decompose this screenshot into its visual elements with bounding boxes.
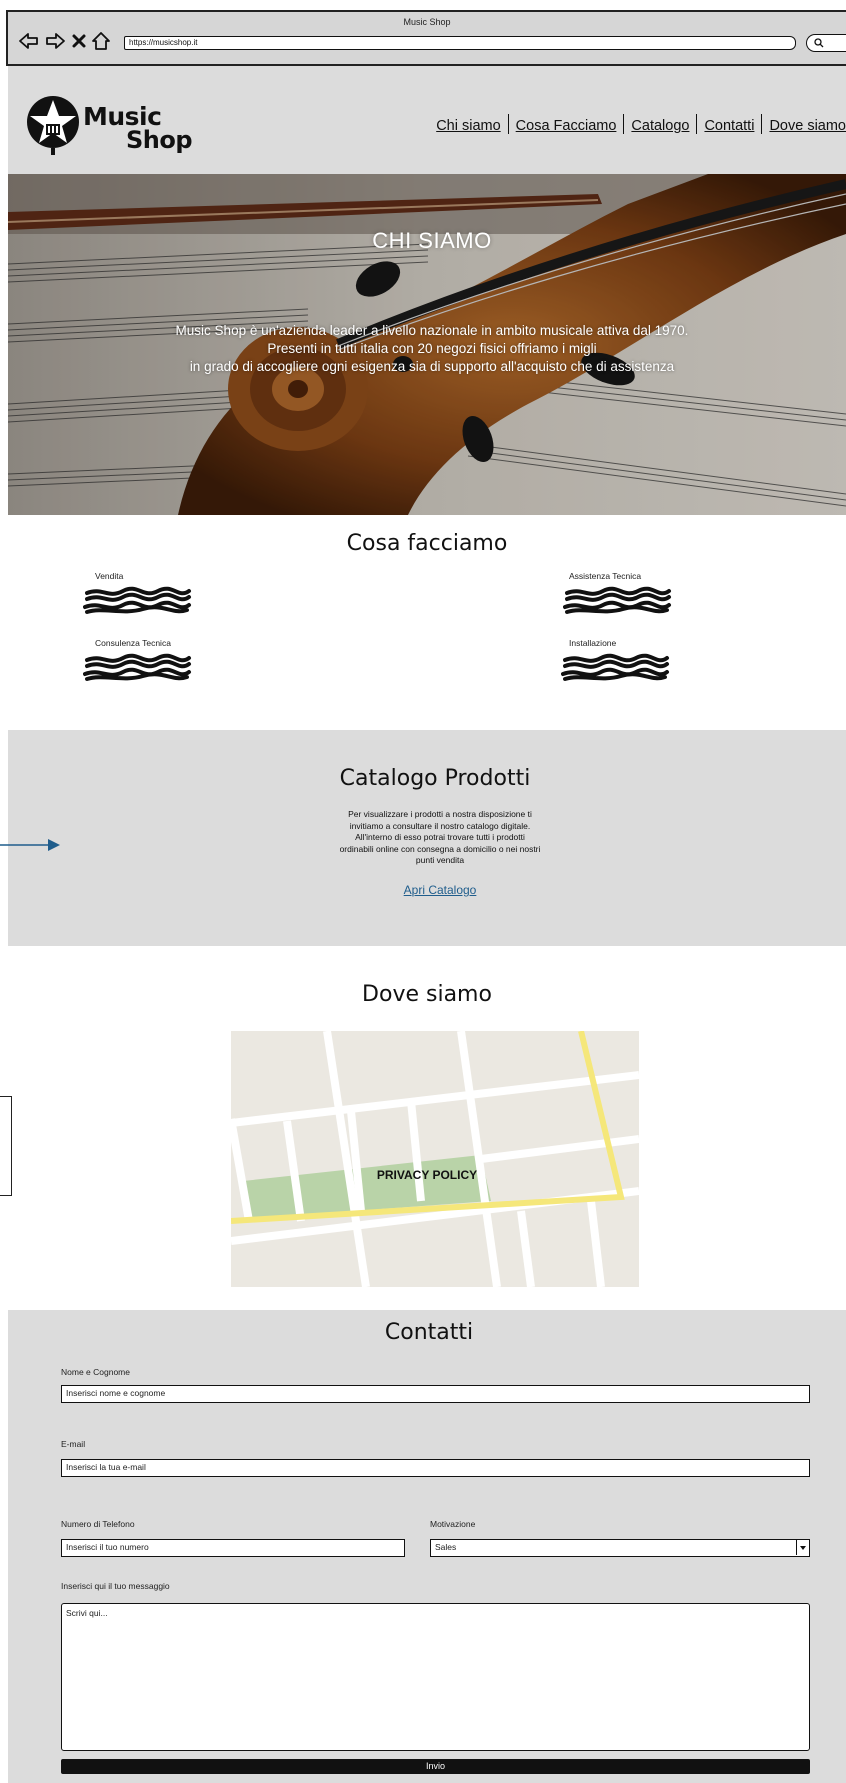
services-section: Cosa facciamo Vendita Assistenza Tecnica… bbox=[8, 515, 846, 730]
service-item-vendita: Vendita bbox=[83, 571, 223, 615]
message-label: Inserisci qui il tuo messaggio bbox=[61, 1581, 170, 1591]
map-image bbox=[231, 1031, 639, 1287]
location-title: Dove siamo bbox=[362, 982, 492, 1007]
hero-text-line: Presenti in tutti italia con 20 negozi f… bbox=[267, 341, 597, 356]
nav-link-dove-siamo[interactable]: Dove siamo bbox=[769, 118, 846, 134]
service-item-consulenza-tecnica: Consulenza Tecnica bbox=[83, 638, 223, 682]
nav-link-cosa-facciamo[interactable]: Cosa Facciamo bbox=[516, 118, 617, 134]
privacy-policy-link[interactable]: PRIVACY POLICY bbox=[8, 1168, 846, 1182]
home-icon[interactable] bbox=[90, 30, 112, 52]
reason-label: Motivazione bbox=[430, 1519, 476, 1529]
open-catalog-link[interactable]: Apri Catalogo bbox=[8, 883, 846, 897]
nav-separator bbox=[507, 114, 509, 134]
contact-title: Contatti bbox=[384, 1320, 474, 1345]
site-header: Music Shop Chi siamo Cosa Facciamo Catalog… bbox=[8, 66, 846, 174]
address-bar[interactable]: https://musicshop.it bbox=[124, 36, 796, 50]
name-label: Nome e Cognome bbox=[61, 1367, 130, 1377]
phone-input[interactable]: Inserisci il tuo numero bbox=[61, 1539, 405, 1557]
catalog-text-line: invitiamo a consultare il nostro catalog… bbox=[349, 820, 531, 831]
catalog-text-line: Per visualizzare i prodotti a nostra dis… bbox=[348, 809, 532, 819]
catalog-text-line: All'interno di esso potrai trovare tutti… bbox=[355, 832, 525, 842]
service-label: Vendita bbox=[95, 571, 124, 581]
catalog-section: Catalogo Prodotti Per visualizzare i pro… bbox=[8, 730, 846, 946]
hero-text-line: Music Shop è un'azienda leader a livello… bbox=[175, 323, 689, 338]
location-section: Dove siamo PRIVACY POLICY bbox=[8, 946, 846, 1310]
scribble-placeholder-icon bbox=[561, 653, 669, 681]
email-label: E-mail bbox=[61, 1439, 86, 1449]
search-icon bbox=[814, 38, 824, 48]
star-logo-icon bbox=[27, 96, 79, 155]
close-icon[interactable] bbox=[68, 30, 90, 52]
forward-arrow-icon[interactable] bbox=[44, 30, 66, 52]
hero-text-line: in grado di accogliere ogni esigenza sia… bbox=[189, 359, 675, 374]
location-map[interactable] bbox=[231, 1031, 639, 1287]
scribble-placeholder-icon bbox=[563, 586, 671, 614]
reason-select[interactable]: Sales bbox=[430, 1539, 810, 1557]
chevron-down-icon[interactable] bbox=[796, 1540, 809, 1555]
service-label: Assistenza Tecnica bbox=[569, 571, 642, 581]
nav-separator bbox=[696, 114, 698, 134]
service-item-assistenza-tecnica: Assistenza Tecnica bbox=[563, 571, 703, 615]
hero-section-chi-siamo: CHI SIAMO Music Shop è un'azienda leader… bbox=[8, 174, 846, 515]
back-arrow-icon[interactable] bbox=[18, 30, 40, 52]
catalog-text-line: punti vendita bbox=[415, 855, 465, 865]
site-logo[interactable]: Music Shop bbox=[26, 94, 193, 156]
service-item-installazione: Installazione bbox=[561, 638, 701, 682]
service-label: Consulenza Tecnica bbox=[95, 638, 171, 648]
scribble-placeholder-icon bbox=[83, 586, 191, 614]
contact-section: Contatti Nome e Cognome Inserisci nome e… bbox=[8, 1310, 846, 1783]
nav-link-contatti[interactable]: Contatti bbox=[704, 118, 754, 134]
reason-selected-value: Sales bbox=[435, 1542, 457, 1552]
nav-link-chi-siamo[interactable]: Chi siamo bbox=[436, 118, 500, 134]
catalog-title: Catalogo Prodotti bbox=[339, 766, 531, 791]
main-navigation: Chi siamo Cosa Facciamo Catalogo Contatti Do… bbox=[436, 114, 846, 134]
nav-separator bbox=[623, 114, 625, 134]
catalog-description: Per visualizzare i prodotti a nostra dis… bbox=[8, 809, 846, 867]
side-annotation-box bbox=[0, 1096, 12, 1196]
nav-link-catalogo[interactable]: Catalogo bbox=[631, 118, 689, 134]
nav-separator bbox=[761, 114, 763, 134]
arrow-right-icon bbox=[0, 839, 60, 851]
service-label: Installazione bbox=[569, 638, 617, 648]
logo-text-shop: Shop bbox=[126, 126, 193, 154]
browser-window-bar: Music Shop https://musicshop.it bbox=[6, 10, 846, 66]
browser-search-button[interactable] bbox=[806, 34, 846, 52]
browser-title: Music Shop bbox=[403, 17, 451, 27]
message-textarea[interactable]: Scrivi qui... bbox=[61, 1603, 810, 1751]
email-input[interactable]: Inserisci la tua e-mail bbox=[61, 1459, 810, 1477]
submit-button[interactable]: Invio bbox=[61, 1759, 810, 1774]
hero-title: CHI SIAMO bbox=[372, 228, 492, 253]
services-title: Cosa facciamo bbox=[346, 531, 508, 556]
scribble-placeholder-icon bbox=[83, 653, 191, 681]
phone-label: Numero di Telefono bbox=[61, 1519, 135, 1529]
name-input[interactable]: Inserisci nome e cognome bbox=[61, 1385, 810, 1403]
hero-description: Music Shop è un'azienda leader a livello… bbox=[8, 322, 846, 376]
catalog-text-line: ordinabili online con consegna a domicil… bbox=[339, 843, 541, 854]
